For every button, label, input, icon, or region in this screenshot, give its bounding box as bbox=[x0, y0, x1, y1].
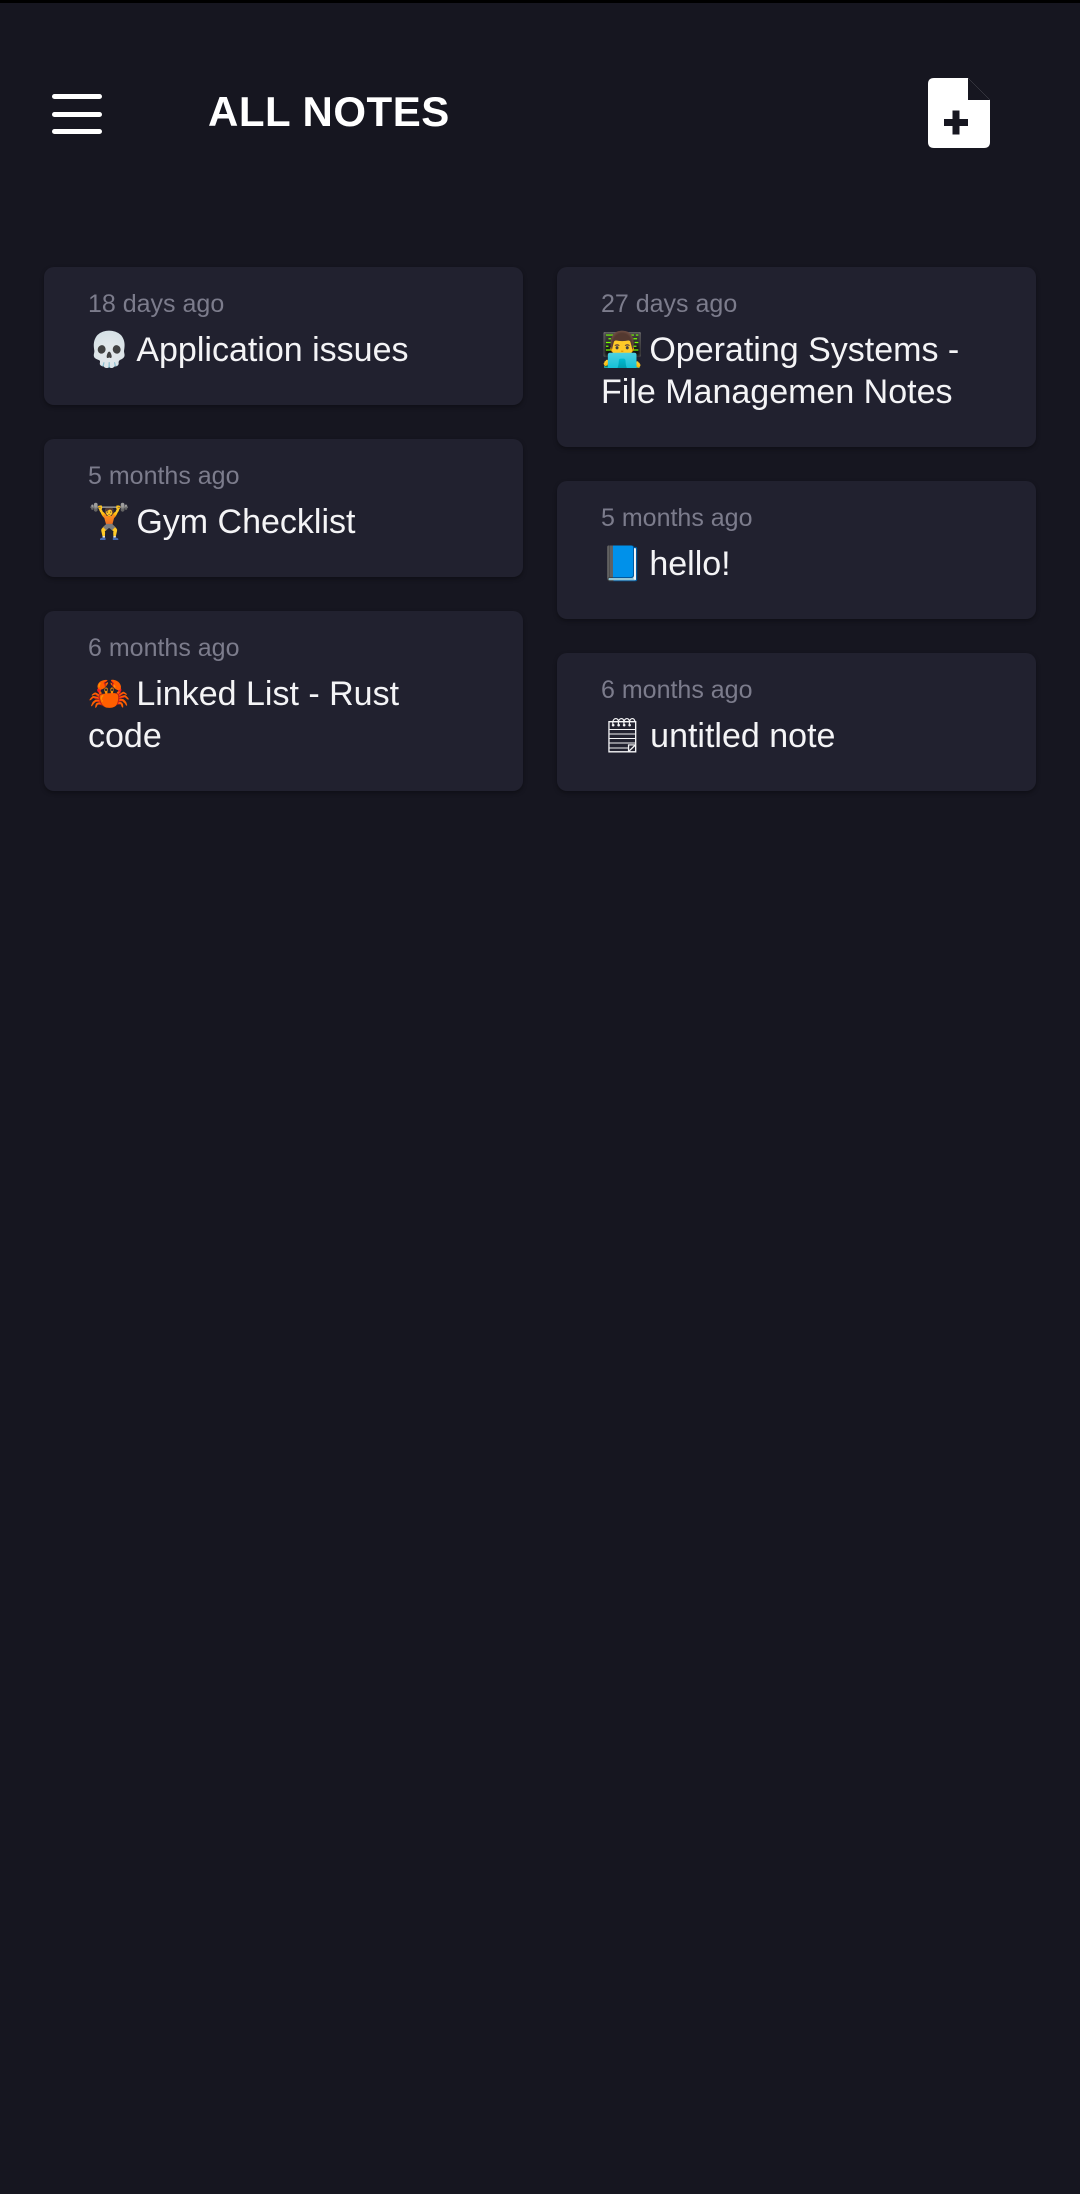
new-note-button[interactable] bbox=[928, 78, 990, 148]
note-card[interactable]: 6 months ago 🦀 Linked List - Rust code bbox=[44, 611, 523, 791]
hamburger-menu-icon bbox=[52, 94, 102, 99]
menu-button[interactable] bbox=[44, 88, 110, 140]
note-title: 🗒 untitled note bbox=[601, 715, 992, 757]
note-card[interactable]: 5 months ago 🏋 Gym Checklist bbox=[44, 439, 523, 577]
note-title-text: Application issues bbox=[136, 331, 409, 369]
note-timestamp: 18 days ago bbox=[88, 290, 225, 318]
file-plus-icon bbox=[928, 78, 990, 148]
notes-column-left: 18 days ago 💀 Application issues 5 months… bbox=[44, 267, 523, 791]
note-title: 💀 Application issues bbox=[88, 329, 479, 371]
weightlifter-emoji-icon: 🏋 bbox=[88, 503, 131, 541]
blue-book-emoji-icon: 📘 bbox=[601, 545, 644, 583]
hamburger-menu-icon-bar bbox=[52, 129, 102, 134]
note-timestamp: 5 months ago bbox=[601, 504, 753, 532]
note-timestamp: 6 months ago bbox=[88, 634, 240, 662]
notes-grid: 18 days ago 💀 Application issues 5 months… bbox=[44, 267, 1036, 791]
technologist-emoji-icon: 👨‍💻 bbox=[601, 331, 644, 369]
notepad-emoji-icon: 🗒 bbox=[601, 717, 645, 755]
note-card[interactable]: 5 months ago 📘 hello! bbox=[557, 481, 1036, 619]
note-card[interactable]: 18 days ago 💀 Application issues bbox=[44, 267, 523, 405]
crab-emoji-icon: 🦀 bbox=[88, 675, 131, 713]
note-title-text: Linked List - Rust code bbox=[88, 675, 400, 755]
app-header: ALL NOTES bbox=[0, 0, 1080, 225]
hamburger-menu-icon-bar bbox=[52, 111, 102, 117]
note-title-text: Gym Checklist bbox=[136, 503, 356, 541]
note-card[interactable]: 6 months ago 🗒 untitled note bbox=[557, 653, 1036, 791]
note-title: 🦀 Linked List - Rust code bbox=[88, 673, 479, 757]
note-timestamp: 6 months ago bbox=[601, 676, 753, 704]
page-title: ALL NOTES bbox=[208, 88, 450, 135]
note-title-text: hello! bbox=[649, 545, 731, 583]
note-title-text: Operating Systems - File Managemen Notes bbox=[601, 331, 960, 411]
note-title-text: untitled note bbox=[650, 717, 836, 755]
notes-column-right: 27 days ago 👨‍💻 Operating Systems - File … bbox=[557, 267, 1036, 791]
note-title: 👨‍💻 Operating Systems - File Managemen No… bbox=[601, 329, 992, 413]
skull-emoji-icon: 💀 bbox=[88, 331, 131, 369]
note-title: 📘 hello! bbox=[601, 543, 992, 585]
note-card[interactable]: 27 days ago 👨‍💻 Operating Systems - File … bbox=[557, 267, 1036, 447]
note-title: 🏋 Gym Checklist bbox=[88, 501, 479, 543]
note-timestamp: 5 months ago bbox=[88, 462, 240, 490]
note-timestamp: 27 days ago bbox=[601, 290, 738, 318]
